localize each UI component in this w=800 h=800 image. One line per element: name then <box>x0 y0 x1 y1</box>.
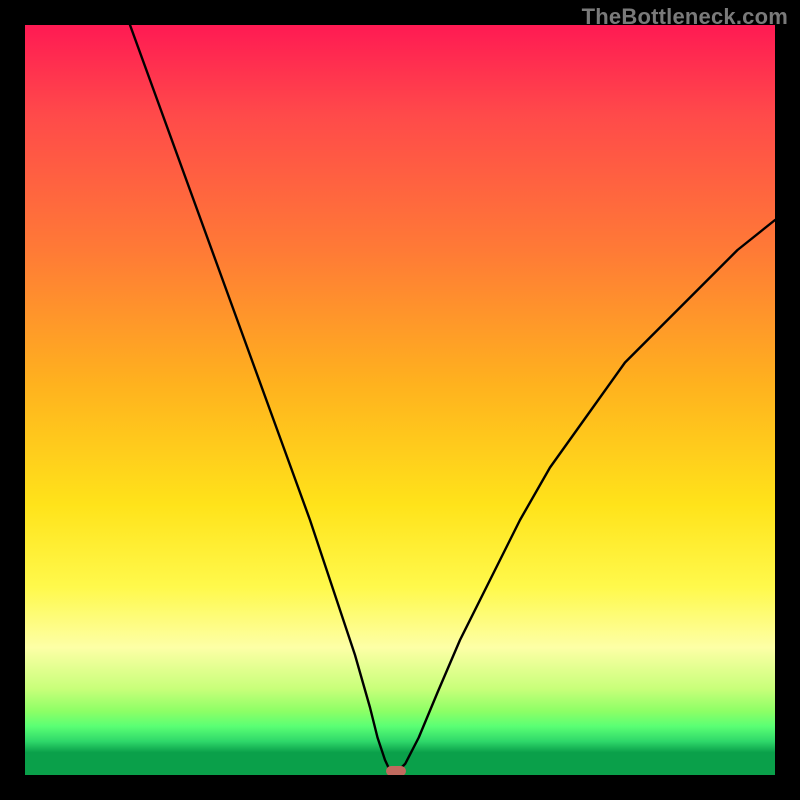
curve-path <box>130 25 775 771</box>
minimum-marker <box>386 766 406 775</box>
plot-area <box>25 25 775 775</box>
curve-svg <box>25 25 775 775</box>
watermark-text: TheBottleneck.com <box>582 4 788 30</box>
chart-stage: TheBottleneck.com <box>0 0 800 800</box>
